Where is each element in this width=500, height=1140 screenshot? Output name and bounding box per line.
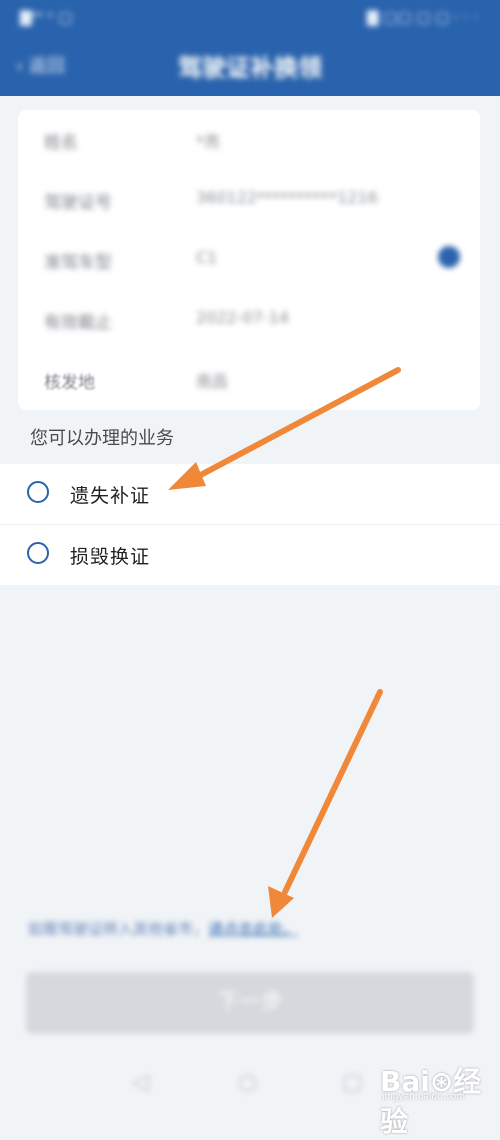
baidu-watermark-logo: Bai⊛经验 jingyan.baidu.com xyxy=(380,1052,496,1138)
radio-circle-icon[interactable] xyxy=(27,542,49,564)
status-bar: ▇ᵃⁱˡ ᵒ ▢ ▇ ▢▢ ▢ ▢ · · · xyxy=(0,0,500,34)
license-info-card: 姓名 *亮 驾驶证号 360122**********1216 准驾车型 C1 … xyxy=(18,110,480,410)
info-row-license-number: 驾驶证号 360122**********1216 xyxy=(18,170,480,230)
info-label: 有效截止 xyxy=(44,313,112,333)
info-value: *亮 xyxy=(196,132,221,151)
info-row-issuer: 核发地 南昌 xyxy=(18,350,480,410)
option-label: 遗失补证 xyxy=(70,485,151,507)
page-title: 驾驶证补换领 xyxy=(178,54,322,82)
nav-recent-icon[interactable]: ▢ xyxy=(342,1070,363,1095)
info-row-expiry: 有效截止 2022-07-14 xyxy=(18,290,480,350)
watermark-url: jingyan.baidu.com xyxy=(382,1092,466,1102)
nav-home-icon[interactable]: ○ xyxy=(238,1070,257,1095)
info-label: 准驾车型 xyxy=(44,253,112,273)
option-lost-replacement[interactable]: 遗失补证 xyxy=(0,464,500,525)
info-row-vehicle-class: 准驾车型 C1 xyxy=(18,230,480,290)
status-left: ▇ᵃⁱˡ ᵒ ▢ xyxy=(20,8,73,26)
section-title: 您可以办理的业务 xyxy=(30,428,174,449)
info-row-name: 姓名 *亮 xyxy=(18,110,480,170)
info-value: 360122**********1216 xyxy=(196,188,378,207)
notice-link[interactable]: 请点击此处。 xyxy=(208,920,298,938)
arrow-to-notice-icon xyxy=(268,689,383,918)
info-label: 姓名 xyxy=(44,133,78,153)
info-value: 2022-07-14 xyxy=(196,308,289,327)
transfer-notice: 如需驾驶证转入其他省市，请点击此处。 xyxy=(28,918,468,939)
notice-text: 如需驾驶证转入其他省市， xyxy=(28,920,209,938)
next-step-button[interactable]: 下一步 xyxy=(26,972,474,1034)
radio-circle-icon[interactable] xyxy=(27,481,49,503)
info-label: 核发地 xyxy=(44,373,95,393)
info-value: C1 xyxy=(196,248,218,267)
status-right: ▇ ▢▢ ▢ ▢ · · · xyxy=(366,8,478,26)
option-damaged-replacement[interactable]: 损毁换证 xyxy=(0,525,500,585)
option-label: 损毁换证 xyxy=(70,546,151,568)
info-label: 驾驶证号 xyxy=(44,193,112,213)
nav-back-icon[interactable]: ◁ xyxy=(132,1070,149,1095)
app-header: ▇ᵃⁱˡ ᵒ ▢ ▇ ▢▢ ▢ ▢ · · · ‹ 返回 驾驶证补换领 xyxy=(0,0,500,96)
info-badge-icon xyxy=(438,246,460,268)
info-value: 南昌 xyxy=(196,372,229,391)
